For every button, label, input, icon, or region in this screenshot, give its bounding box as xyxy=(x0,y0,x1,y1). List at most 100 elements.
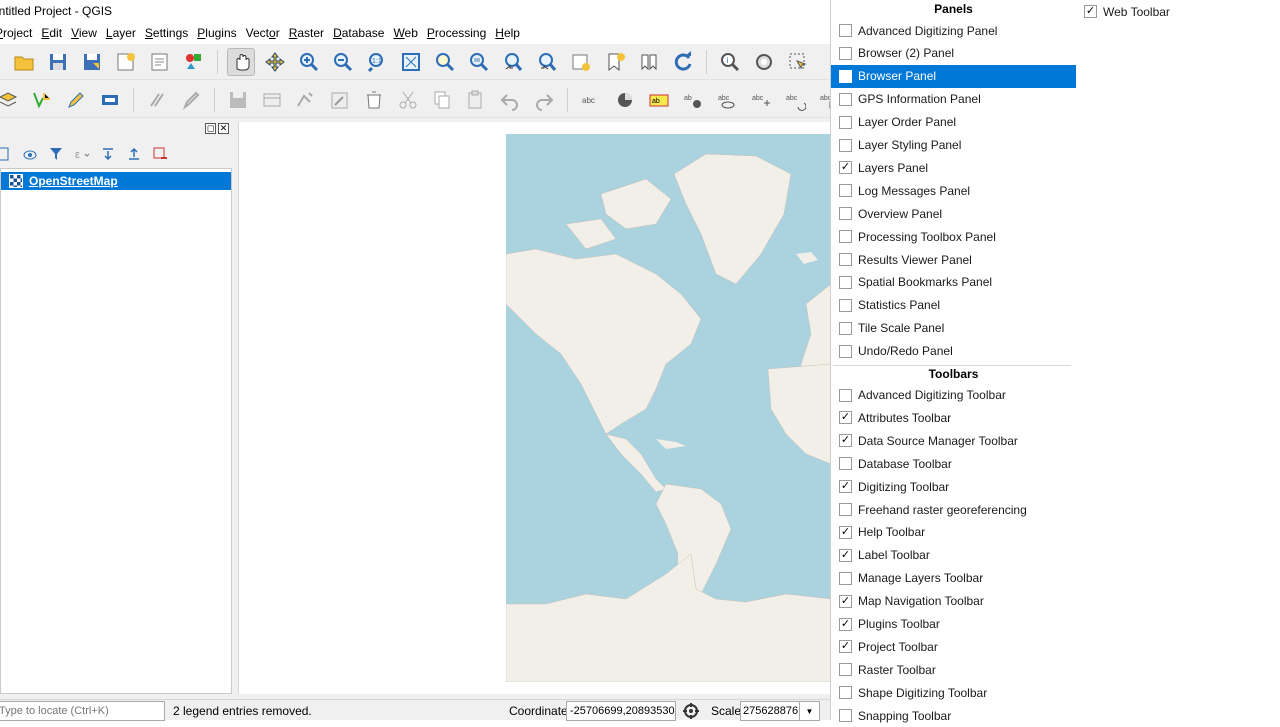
checkbox-icon[interactable] xyxy=(839,388,852,402)
layout-manager-icon[interactable] xyxy=(146,48,174,76)
checkbox-icon[interactable] xyxy=(839,69,852,83)
menu-item-advanced-digitizing-toolbar[interactable]: Advanced Digitizing Toolbar xyxy=(831,384,1076,407)
checkbox-icon[interactable] xyxy=(839,46,852,60)
menu-item-layers-panel[interactable]: ✓ Layers Panel xyxy=(831,156,1076,179)
digitize-pencil-icon[interactable] xyxy=(62,86,90,114)
checkbox-icon[interactable] xyxy=(839,253,852,266)
menu-item-label-toolbar[interactable]: ✓ Label Toolbar xyxy=(831,544,1076,567)
save-as-icon[interactable] xyxy=(78,48,106,76)
menu-item-log-messages-panel[interactable]: Log Messages Panel xyxy=(831,179,1076,202)
pan-to-selection-icon[interactable] xyxy=(261,48,289,76)
new-map-view-icon[interactable] xyxy=(567,48,595,76)
show-bookmarks-icon[interactable] xyxy=(635,48,663,76)
checkbox-icon[interactable]: ✓ xyxy=(839,548,852,562)
menu-vector[interactable]: Vector xyxy=(246,26,286,40)
zoom-in-icon[interactable] xyxy=(295,48,323,76)
checkbox-icon[interactable]: ✓ xyxy=(839,411,852,425)
run-action-icon[interactable] xyxy=(750,48,778,76)
collapse-all-icon[interactable] xyxy=(124,144,144,164)
menu-item-browser-2-panel[interactable]: Browser (2) Panel xyxy=(831,42,1076,65)
menu-web[interactable]: Web xyxy=(393,26,423,40)
menu-item-statistics-panel[interactable]: Statistics Panel xyxy=(831,294,1076,317)
checkbox-icon[interactable]: ✓ xyxy=(839,161,852,175)
save-edits-icon[interactable] xyxy=(224,86,252,114)
menu-item-layer-styling-panel[interactable]: Layer Styling Panel xyxy=(831,134,1076,157)
layer-diagram-icon[interactable] xyxy=(611,86,639,114)
checkbox-icon[interactable]: ✓ xyxy=(839,617,852,631)
cut-features-icon[interactable] xyxy=(394,86,422,114)
checkbox-icon[interactable] xyxy=(839,138,852,152)
menu-processing[interactable]: Processing xyxy=(427,26,492,40)
remove-layer-icon[interactable] xyxy=(150,144,170,164)
checkbox-icon[interactable] xyxy=(839,503,852,516)
paste-features-icon[interactable] xyxy=(462,86,490,114)
move-label-icon[interactable]: abc xyxy=(747,86,775,114)
menu-item-map-navigation-toolbar[interactable]: ✓ Map Navigation Toolbar xyxy=(831,590,1076,613)
zoom-native-icon[interactable]: 1:1 xyxy=(363,48,391,76)
checkbox-icon[interactable] xyxy=(839,298,852,312)
scale-dropdown-icon[interactable]: ▼ xyxy=(800,701,820,721)
zoom-full-icon[interactable] xyxy=(397,48,425,76)
redo-icon[interactable] xyxy=(530,86,558,114)
menu-item-database-toolbar[interactable]: Database Toolbar xyxy=(831,452,1076,475)
show-hide-labels-icon[interactable]: abc xyxy=(713,86,741,114)
manage-map-themes-icon[interactable] xyxy=(20,144,40,164)
filter-legend-icon[interactable] xyxy=(46,144,66,164)
menu-item-browser-panel[interactable]: Browser Panel xyxy=(831,64,1076,88)
zoom-last-icon[interactable] xyxy=(499,48,527,76)
identify-features-icon[interactable]: i xyxy=(716,48,744,76)
label-options-icon[interactable]: abc xyxy=(577,86,605,114)
toggle-edit-pencil-icon[interactable] xyxy=(177,86,205,114)
checkbox-icon[interactable]: ✓ xyxy=(839,480,852,494)
filter-expression-icon[interactable]: ε xyxy=(72,144,92,164)
menu-item-layer-order-panel[interactable]: Layer Order Panel xyxy=(831,111,1076,134)
menu-item-plugins-toolbar[interactable]: ✓ Plugins Toolbar xyxy=(831,613,1076,636)
checkbox-icon[interactable] xyxy=(839,275,852,289)
expand-all-icon[interactable] xyxy=(98,144,118,164)
menu-plugins[interactable]: Plugins xyxy=(197,26,242,40)
menu-item-snapping-toolbar[interactable]: Snapping Toolbar xyxy=(831,704,1076,727)
menu-item-web-toolbar[interactable]: ✓ Web Toolbar xyxy=(1080,0,1280,23)
modify-attributes-icon[interactable] xyxy=(326,86,354,114)
current-edits-icon[interactable] xyxy=(143,86,171,114)
menu-item-advanced-digitizing-panel[interactable]: Advanced Digitizing Panel xyxy=(831,19,1076,42)
menu-item-shape-digitizing-toolbar[interactable]: Shape Digitizing Toolbar xyxy=(831,681,1076,704)
checkbox-icon[interactable]: ✓ xyxy=(839,434,852,448)
checkbox-icon[interactable] xyxy=(839,230,852,244)
vertex-tool-icon[interactable] xyxy=(292,86,320,114)
menu-item-undo-redo-panel[interactable]: Undo/Redo Panel xyxy=(831,340,1076,363)
menu-layer[interactable]: Layer xyxy=(106,26,142,40)
menu-item-data-source-manager-toolbar[interactable]: ✓ Data Source Manager Toolbar xyxy=(831,429,1076,452)
add-vector-layer-icon[interactable] xyxy=(28,86,56,114)
checkbox-icon[interactable] xyxy=(839,184,852,198)
checkbox-icon[interactable]: ✓ xyxy=(839,525,852,539)
zoom-to-layer-icon[interactable] xyxy=(465,48,493,76)
checkbox-icon[interactable] xyxy=(839,24,852,37)
checkbox-icon[interactable] xyxy=(839,686,852,700)
zoom-out-icon[interactable] xyxy=(329,48,357,76)
menu-settings[interactable]: Settings xyxy=(145,26,194,40)
checkbox-icon[interactable] xyxy=(839,207,852,221)
checkbox-icon[interactable] xyxy=(839,457,852,471)
menu-edit[interactable]: Edit xyxy=(41,26,68,40)
menu-item-digitizing-toolbar[interactable]: ✓ Digitizing Toolbar xyxy=(831,475,1076,498)
close-panel-icon[interactable]: ✕ xyxy=(218,123,229,134)
menu-project[interactable]: Project xyxy=(0,26,38,40)
menu-item-raster-toolbar[interactable]: Raster Toolbar xyxy=(831,658,1076,681)
menu-database[interactable]: Database xyxy=(333,26,390,40)
highlight-pinned-labels-icon[interactable]: ab xyxy=(645,86,673,114)
menu-item-overview-panel[interactable]: Overview Panel xyxy=(831,202,1076,225)
menu-item-results-viewer-panel[interactable]: Results Viewer Panel xyxy=(831,248,1076,271)
open-styling-icon[interactable] xyxy=(0,144,14,164)
menu-view[interactable]: View xyxy=(71,26,103,40)
save-project-icon[interactable] xyxy=(44,48,72,76)
add-record-icon[interactable] xyxy=(258,86,286,114)
menu-item-processing-toolbox-panel[interactable]: Processing Toolbox Panel xyxy=(831,225,1076,248)
change-label-icon[interactable]: abc xyxy=(815,86,830,114)
open-project-icon[interactable] xyxy=(10,48,38,76)
new-spatial-bookmark-icon[interactable] xyxy=(601,48,629,76)
toggle-editing-icon[interactable] xyxy=(96,86,124,114)
layer-item-openstreetmap[interactable]: OpenStreetMap xyxy=(1,172,231,190)
copy-features-icon[interactable] xyxy=(428,86,456,114)
menu-item-help-toolbar[interactable]: ✓ Help Toolbar xyxy=(831,521,1076,544)
